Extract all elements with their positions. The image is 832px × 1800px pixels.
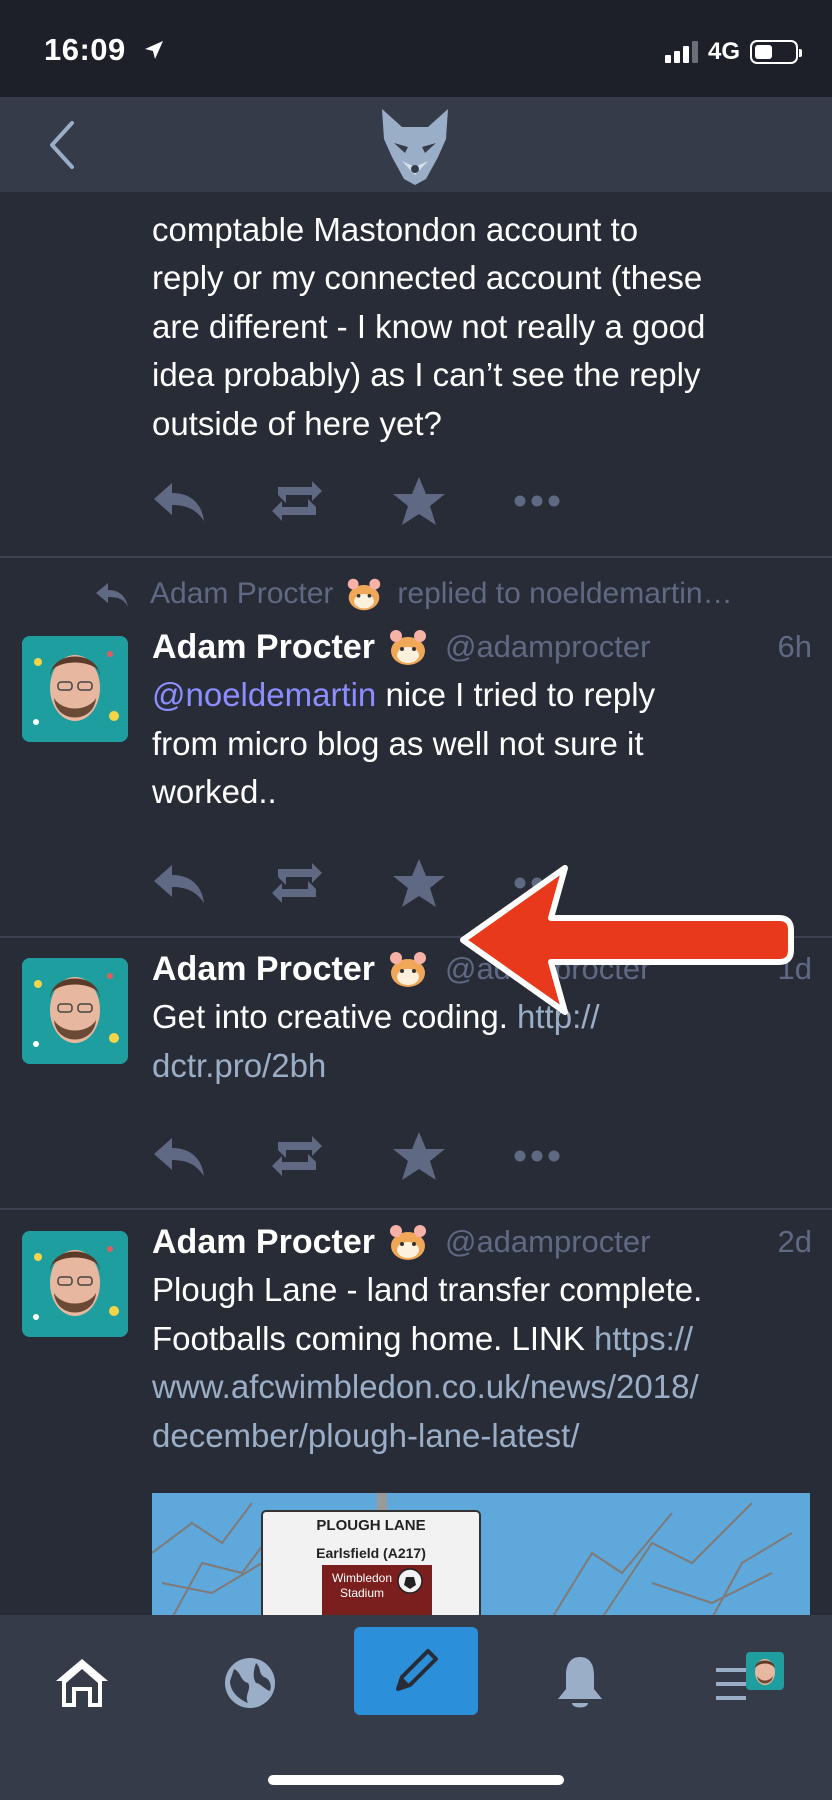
post-1-header: Adam Procter @adamprocter 6h [152, 623, 812, 671]
boost-icon[interactable] [268, 1128, 326, 1184]
hamster-emoji-icon [387, 1222, 429, 1262]
globe-icon [225, 1658, 275, 1708]
post-0-line: outside of here yet? [152, 404, 442, 442]
reply-icon[interactable] [150, 473, 208, 529]
post-media-image[interactable]: PLOUGH LANE Earlsfield (A217) Wimbledon … [152, 1493, 810, 1615]
back-icon[interactable] [40, 117, 90, 173]
hamster-emoji-icon [387, 949, 429, 989]
nav-bar [0, 97, 832, 193]
post-1-text: @noeldemartin nice I tried to reply from… [152, 671, 655, 817]
avatar[interactable] [22, 958, 128, 1064]
post-divider [0, 556, 832, 558]
tab-menu[interactable] [712, 1643, 804, 1723]
avatar[interactable] [22, 636, 128, 742]
sign-line: Wimbledon Stadium [324, 1571, 400, 1601]
post-divider [0, 1208, 832, 1210]
menu-icon [716, 1652, 784, 1700]
reply-indicator-text: replied to noeldemartin… [397, 577, 733, 610]
boost-icon[interactable] [268, 855, 326, 911]
post-3-line: Plough Lane - land transfer complete. [152, 1271, 703, 1308]
post-1-line: worked.. [152, 773, 277, 810]
post-time: 6h [777, 629, 812, 664]
hamster-emoji-icon [387, 627, 429, 667]
post-3-header: Adam Procter @adamprocter 2d [152, 1218, 812, 1266]
status-time: 16:09 [44, 32, 126, 67]
battery-icon [750, 40, 802, 64]
post-3-line: Footballs coming home. LINK [152, 1319, 595, 1357]
home-indicator [268, 1775, 564, 1785]
signal-icon [664, 41, 698, 63]
tab-bar [0, 1615, 832, 1800]
avatar[interactable] [22, 1231, 128, 1337]
boost-icon[interactable] [268, 473, 326, 529]
compose-icon [396, 1649, 438, 1691]
post-link[interactable]: www.afcwimbledon.co.uk/news/2018/ [152, 1363, 702, 1412]
post-0-line: idea probably) as I can’t see the reply [152, 356, 701, 393]
hamster-emoji-icon [345, 576, 383, 612]
display-name[interactable]: Adam Procter [152, 1223, 375, 1262]
post-0-text: comptable Mastondon account to reply or … [152, 193, 705, 448]
more-icon[interactable] [508, 1128, 566, 1184]
post-2-actions [150, 1128, 570, 1184]
favourite-icon[interactable] [390, 855, 448, 911]
handle[interactable]: @adamprocter [445, 1224, 651, 1260]
network-label: 4G [707, 38, 740, 65]
favourite-icon[interactable] [390, 1128, 448, 1184]
post-1-line: from micro blog as well not sure it [152, 724, 644, 762]
status-right: 4G [664, 38, 802, 66]
reply-icon[interactable] [150, 1128, 208, 1184]
home-icon [56, 1659, 108, 1707]
post-3-text: Plough Lane - land transfer complete. Fo… [152, 1266, 702, 1460]
post-0-actions [150, 473, 570, 529]
compose-button[interactable] [354, 1627, 478, 1715]
reply-indicator[interactable]: Adam Procter replied to noeldemartin… [94, 576, 733, 612]
post-1-line: nice I tried to reply [376, 676, 656, 713]
reply-icon [96, 583, 128, 607]
post-time: 2d [777, 1224, 812, 1259]
tab-notifications[interactable] [540, 1643, 620, 1723]
reply-indicator-name: Adam Procter [150, 577, 334, 610]
sign-line: Wimbledon [331, 1571, 393, 1585]
sign-line: Earlsfield (A217) [316, 1545, 426, 1561]
sign-title: PLOUGH LANE [316, 1517, 426, 1534]
tab-home[interactable] [42, 1643, 122, 1723]
tab-federated[interactable] [210, 1643, 290, 1723]
reply-icon[interactable] [150, 855, 208, 911]
red-arrow-annotation [460, 865, 794, 1015]
more-icon[interactable] [508, 473, 566, 529]
bell-icon [558, 1657, 602, 1708]
handle[interactable]: @adamprocter [445, 629, 651, 665]
post-0-line: comptable Mastondon account to [152, 210, 639, 248]
post-link[interactable]: december/plough-lane-latest/ [152, 1412, 702, 1461]
favourite-icon[interactable] [390, 473, 448, 529]
sign-line: Stadium [339, 1586, 385, 1600]
post-0-line: are different - I know not really a good [152, 307, 706, 345]
post-link[interactable]: https:// [594, 1320, 693, 1357]
mention-link[interactable]: @noeldemartin [152, 676, 376, 713]
post-0-line: reply or my connected account (these [152, 259, 703, 296]
post-link[interactable]: dctr.pro/2bh [152, 1042, 600, 1091]
status-bar: 16:09 4G [0, 0, 832, 97]
display-name[interactable]: Adam Procter [152, 628, 375, 667]
display-name[interactable]: Adam Procter [152, 950, 375, 989]
mastodon-logo [382, 109, 448, 185]
location-arrow-icon [145, 41, 163, 59]
